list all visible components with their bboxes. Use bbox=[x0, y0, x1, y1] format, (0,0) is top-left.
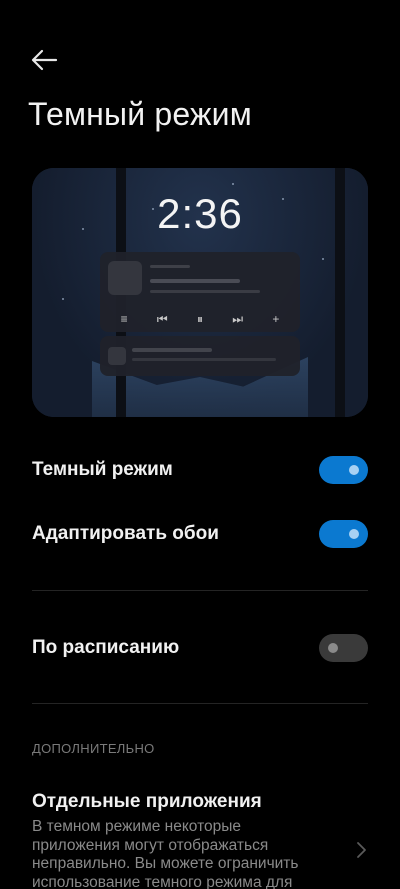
back-arrow-icon[interactable] bbox=[30, 48, 58, 72]
preview-placeholder-line bbox=[132, 358, 276, 361]
divider bbox=[32, 590, 368, 591]
page-title: Темный режим bbox=[28, 96, 252, 132]
next-track-icon: ⏭ bbox=[232, 312, 244, 326]
schedule-label: По расписанию bbox=[32, 637, 180, 658]
plus-icon: + bbox=[272, 312, 280, 326]
preview-notification-card bbox=[100, 336, 300, 376]
dark-mode-preview: 2:36 ≡ ⏮ ⏸ ⏭ + bbox=[32, 168, 368, 417]
toggle-knob bbox=[349, 529, 359, 539]
preview-placeholder-line bbox=[150, 279, 240, 283]
section-header-advanced: ДОПОЛНИТЕЛЬНО bbox=[32, 741, 155, 756]
preview-placeholder-line bbox=[150, 290, 260, 293]
preview-placeholder-line bbox=[150, 265, 190, 268]
preview-album-art bbox=[108, 261, 142, 295]
preview-star bbox=[62, 298, 64, 300]
pause-icon: ⏸ bbox=[196, 312, 203, 326]
preview-placeholder-line bbox=[132, 348, 212, 352]
previous-track-icon: ⏮ bbox=[156, 312, 168, 326]
preview-music-card: ≡ ⏮ ⏸ ⏭ + bbox=[100, 252, 300, 332]
separate-apps-title[interactable]: Отдельные приложения bbox=[32, 791, 262, 813]
dark-mode-row[interactable]: Темный режим bbox=[32, 450, 368, 490]
separate-apps-description: В темном режиме некоторые приложения мог… bbox=[32, 818, 299, 889]
preview-notification-icon bbox=[108, 347, 126, 365]
toggle-knob bbox=[349, 465, 359, 475]
preview-player-controls: ≡ ⏮ ⏸ ⏭ + bbox=[100, 306, 300, 332]
divider bbox=[32, 703, 368, 704]
schedule-toggle[interactable] bbox=[319, 634, 368, 662]
preview-star bbox=[232, 183, 234, 185]
playlist-icon: ≡ bbox=[120, 312, 128, 326]
schedule-row[interactable]: По расписанию bbox=[32, 628, 368, 668]
toggle-knob bbox=[328, 643, 338, 653]
adapt-wallpaper-label: Адаптировать обои bbox=[32, 523, 219, 544]
preview-clock: 2:36 bbox=[157, 190, 243, 237]
dark-mode-label: Темный режим bbox=[32, 459, 173, 480]
chevron-right-icon[interactable] bbox=[354, 840, 368, 860]
preview-star bbox=[322, 258, 324, 260]
adapt-wallpaper-row[interactable]: Адаптировать обои bbox=[32, 514, 368, 554]
dark-mode-toggle[interactable] bbox=[319, 456, 368, 484]
adapt-wallpaper-toggle[interactable] bbox=[319, 520, 368, 548]
